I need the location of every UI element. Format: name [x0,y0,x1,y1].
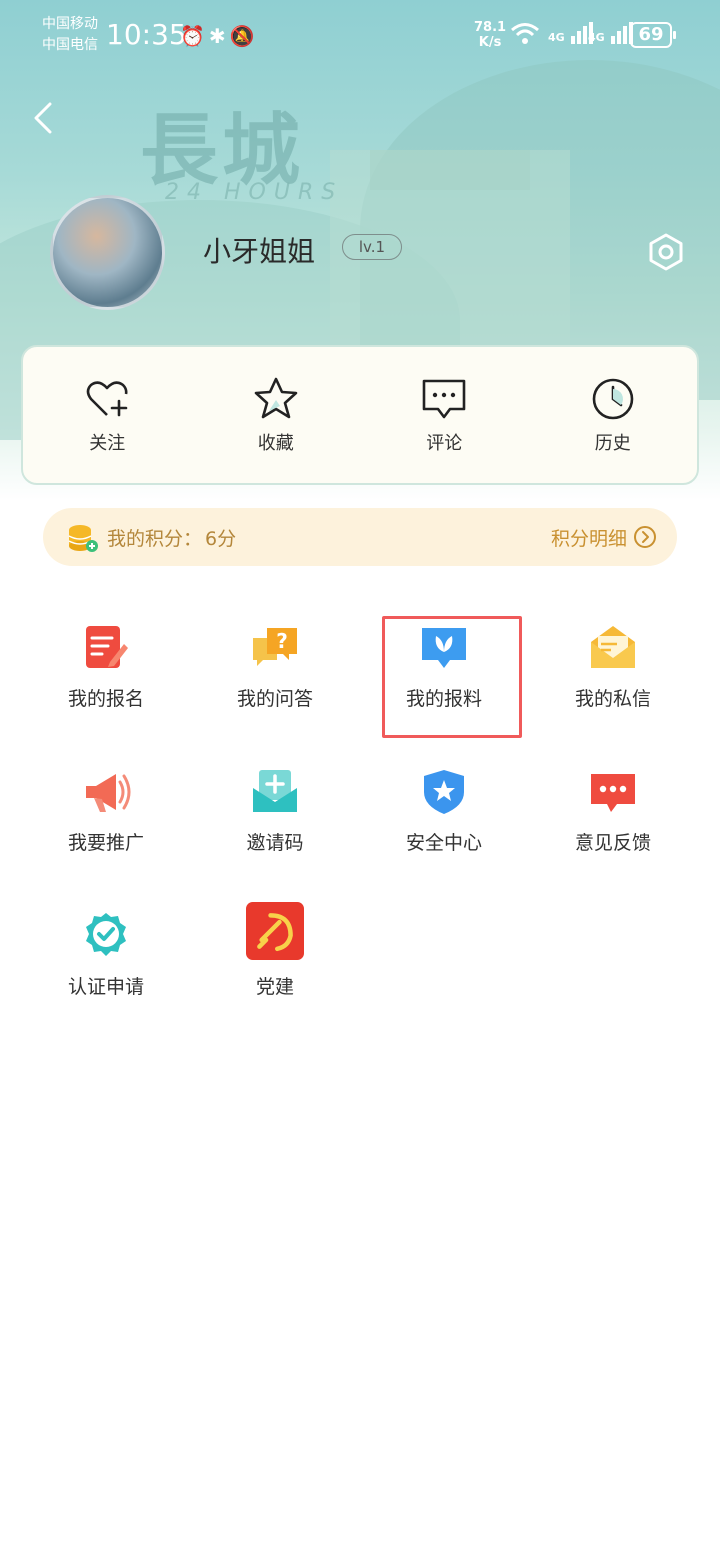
highlight-box [382,616,522,738]
verify-icon [86,913,126,956]
bluetooth-icon: ✱ [208,24,230,48]
status-bar: 中国移动 中国电信 10:35 ⏰✱🔕 78.1 K/s 4G 4G 69 [0,0,720,70]
watchtower-illustration [370,150,530,190]
invite-icon [253,770,297,812]
wifi-icon [511,23,539,44]
chevron-right-circle-icon[interactable] [633,525,657,549]
quick-action-label: 关注 [89,433,126,454]
points-label: 我的积分： [107,528,203,550]
coins-icon [68,525,98,552]
level-badge: lv.1 [342,234,402,260]
clock: 10:35 [106,18,187,51]
menu-item-label: 意见反馈 [574,832,651,854]
quick-action-follow[interactable]: 关注 [23,347,192,483]
menu-item-my-signup[interactable]: 我的报名 [31,616,181,726]
menu-item-my-qa[interactable]: ? 我的问答 [200,616,350,726]
settings-icon[interactable] [646,232,686,272]
background-subtitle: 24 HOURS [165,180,344,205]
shield-icon [424,770,464,814]
party-icon [246,902,304,960]
back-arrow-icon[interactable] [26,100,62,136]
menu-item-feedback[interactable]: 意见反馈 [538,760,688,870]
quick-action-favorites[interactable]: 收藏 [192,347,361,483]
signal-1-label: 4G [548,31,565,44]
network-speed: 78.1 K/s [474,20,506,50]
network-speed-value: 78.1 [474,20,507,35]
menu-item-label: 邀请码 [246,832,304,854]
svg-text:?: ? [276,629,288,653]
menu-item-label: 我要推广 [67,832,144,854]
battery-indicator: 69 [630,22,676,48]
menu-item-security-center[interactable]: 安全中心 [369,760,519,870]
menu-item-label: 认证申请 [67,976,144,998]
feedback-icon [591,774,635,812]
qa-icon: ? [253,628,297,666]
mute-bell-icon: 🔕 [229,24,259,48]
menu-item-label: 我的问答 [236,688,313,710]
status-icons: ⏰✱🔕 [180,24,259,48]
quick-action-label: 收藏 [257,433,294,454]
quick-action-history[interactable]: 历史 [529,347,698,483]
heart-plus-icon [86,381,128,417]
megaphone-icon [86,774,131,812]
username: 小牙姐姐 [203,235,316,268]
menu-item-my-messages[interactable]: 我的私信 [538,616,688,726]
quick-action-label: 历史 [594,433,631,454]
network-speed-unit: K/s [478,35,502,50]
quick-action-comments[interactable]: 评论 [360,347,529,483]
points-detail-link[interactable]: 积分明细 [551,524,627,551]
menu-item-promote[interactable]: 我要推广 [31,760,181,870]
points-value: 6分 [205,528,237,550]
menu-item-label: 安全中心 [405,832,482,854]
carrier-info: 中国移动 中国电信 [42,14,98,56]
carrier-2: 中国电信 [42,37,98,53]
mail-icon [591,626,635,668]
quick-actions-card: 关注 收藏 评论 历史 [21,345,699,485]
carrier-1: 中国移动 [42,16,98,32]
menu-item-invite-code[interactable]: 邀请码 [200,760,350,870]
menu-item-label: 党建 [255,976,294,998]
menu-item-label: 我的报名 [67,688,144,710]
menu-item-label: 我的私信 [574,688,651,710]
signal-1: 4G [548,22,593,44]
menu-item-party-building[interactable]: 党建 [200,902,350,1014]
signal-2-label: 4G [588,31,605,44]
menu-item-verification[interactable]: 认证申请 [31,904,181,1014]
signal-2: 4G [588,22,633,44]
clock-icon [592,378,634,420]
comment-icon [422,379,466,419]
signup-icon [86,626,128,668]
quick-action-label: 评论 [426,433,463,454]
alarm-icon: ⏰ [180,24,209,48]
star-icon [254,377,298,419]
avatar[interactable] [50,195,165,310]
points-bar[interactable]: 我的积分： 6分 积分明细 [43,508,677,566]
